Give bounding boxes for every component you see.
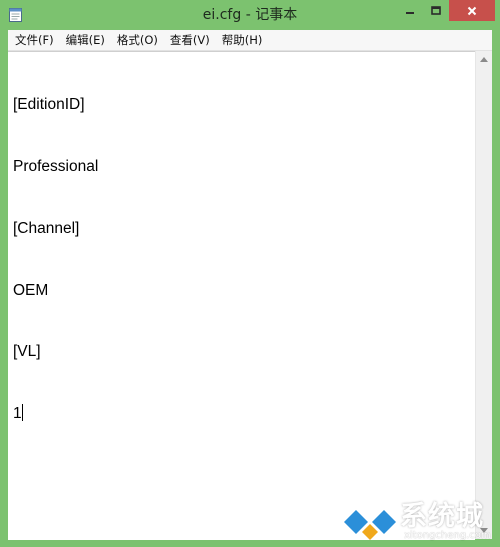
minimize-icon xyxy=(406,11,414,14)
menu-view[interactable]: 查看(V) xyxy=(165,30,215,50)
menu-edit[interactable]: 编辑(E) xyxy=(61,30,110,50)
menu-format[interactable]: 格式(O) xyxy=(112,30,163,50)
scroll-up-button[interactable] xyxy=(476,51,492,68)
site-watermark: 系统城 xitongcheng.com xyxy=(340,492,500,547)
editor-line: [Channel] xyxy=(13,219,80,237)
editor-line: OEM xyxy=(13,281,49,299)
text-caret xyxy=(21,404,23,422)
close-button[interactable] xyxy=(449,0,495,21)
minimize-button[interactable] xyxy=(397,0,423,21)
editor-line: [VL] xyxy=(13,343,41,361)
editor-content[interactable]: [EditionID] Professional [Channel] OEM [… xyxy=(13,54,98,466)
menu-help[interactable]: 帮助(H) xyxy=(217,30,268,50)
editor-line: [EditionID] xyxy=(13,96,85,114)
watermark-url: xitongcheng.com xyxy=(404,530,491,541)
maximize-icon xyxy=(431,5,441,15)
vertical-scrollbar[interactable] xyxy=(475,51,492,539)
watermark-logo-icon xyxy=(344,496,396,540)
menu-bar: 文件(F) 编辑(E) 格式(O) 查看(V) 帮助(H) xyxy=(8,30,492,51)
editor-line-text: 1 xyxy=(13,405,22,423)
text-editor-area[interactable]: [EditionID] Professional [Channel] OEM [… xyxy=(8,51,475,540)
maximize-button[interactable] xyxy=(423,0,449,21)
editor-line: Professional xyxy=(13,157,99,175)
menu-file[interactable]: 文件(F) xyxy=(10,30,59,50)
watermark-brand: 系统城 xyxy=(400,501,484,532)
title-bar[interactable]: ei.cfg - 记事本 xyxy=(0,0,500,30)
close-icon xyxy=(467,6,477,15)
chevron-up-icon xyxy=(480,57,488,62)
notepad-window: ei.cfg - 记事本 文件(F) 编辑(E) 格式(O) 查看(V) 帮助(… xyxy=(0,0,500,547)
editor-line-last: 1 xyxy=(13,404,98,425)
